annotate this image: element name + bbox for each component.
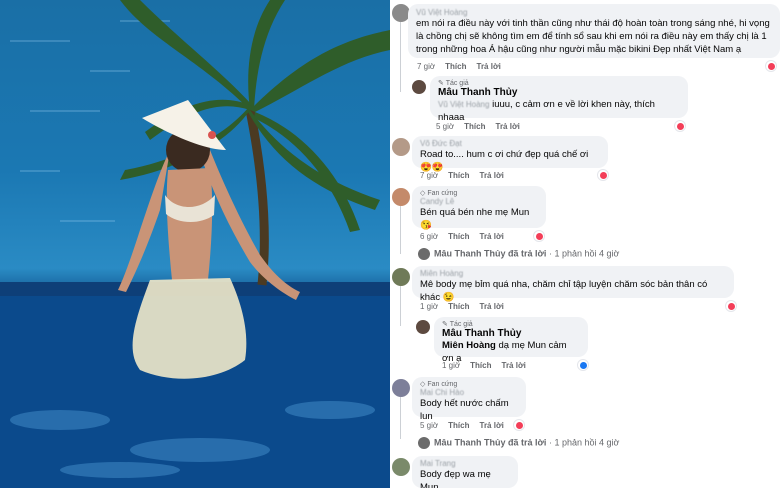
comment-bubble: Vũ Việt Hoàng em nói ra điều này với tin…: [408, 4, 780, 58]
comment-actions: 7 giờ Thích Trả lời: [417, 62, 511, 71]
heart-reaction-icon[interactable]: [675, 121, 685, 131]
reply-button[interactable]: Trả lời: [502, 361, 526, 370]
avatar: [418, 248, 430, 260]
reply-button[interactable]: Trả lời: [480, 171, 504, 180]
avatar[interactable]: [416, 320, 430, 334]
reply-button[interactable]: Trả lời: [480, 232, 504, 241]
comment-bubble: ◇ Fan cứng Candy Lê Bén quá bén nhe mẹ M…: [412, 186, 546, 231]
like-button[interactable]: Thích: [448, 302, 469, 311]
commenter-name[interactable]: Mâu Thanh Thủy: [438, 87, 680, 98]
like-button[interactable]: Thích: [464, 122, 485, 131]
like-button[interactable]: Thích: [445, 62, 466, 71]
reply-button[interactable]: Trả lời: [477, 62, 501, 71]
comment-text: Bén quá bén nhe mẹ Mun 😘: [420, 207, 530, 231]
like-button[interactable]: Thích: [470, 361, 491, 370]
comment-time[interactable]: 1 giờ: [442, 361, 460, 370]
heart-reaction-icon[interactable]: [598, 170, 608, 180]
thread-line: [400, 397, 401, 439]
post-photo[interactable]: [0, 0, 390, 488]
photo-scene: [0, 0, 390, 488]
reply-button[interactable]: Trả lời: [480, 421, 504, 430]
comment-time[interactable]: 7 giờ: [420, 171, 438, 180]
comment-bubble: ✎ Tác giả Mâu Thanh Thủy Miên Hoàng dạ m…: [434, 317, 588, 364]
heart-reaction-icon[interactable]: [534, 231, 544, 241]
like-reaction-icon[interactable]: [578, 360, 588, 370]
comment-actions: 5 giờ Thích Trả lời: [436, 122, 530, 131]
comment-time[interactable]: 5 giờ: [436, 122, 454, 131]
comment-bubble: Võ Đức Đạt Road to.... hum c ơi chứ đẹp …: [412, 136, 608, 173]
like-button[interactable]: Thích: [448, 171, 469, 180]
pen-icon: ✎: [438, 80, 446, 87]
avatar[interactable]: [412, 80, 426, 94]
avatar[interactable]: [392, 268, 410, 286]
heart-reaction-icon[interactable]: [514, 420, 524, 430]
view-replies-link[interactable]: Mâu Thanh Thủy đã trả lời · 1 phản hồi 4…: [418, 437, 619, 449]
comment-actions: 7 giờ Thích Trả lời: [420, 171, 514, 180]
commenter-name[interactable]: Candy Lê: [420, 197, 538, 206]
comment-bubble: Mai Trang Body đẹp wa mẹ Mun: [412, 456, 518, 488]
comment-bubble: ✎ Tác giả Mâu Thanh Thủy Vũ Việt Hoàng i…: [430, 76, 688, 123]
commenter-name[interactable]: Vũ Việt Hoàng: [416, 8, 772, 17]
fan-badge: ◇ Fan cứng: [420, 381, 458, 388]
commenter-name[interactable]: Mai Trang: [420, 459, 510, 468]
pen-icon: ✎: [442, 321, 450, 328]
thread-line: [400, 22, 401, 92]
comment-bubble: Miên Hoàng Mê body mẹ bỉm quá nha, chăm …: [412, 266, 734, 303]
comment-bubble: ◇ Fan cứng Mai Chi Hào Body hết nước chấ…: [412, 377, 526, 422]
comment-time[interactable]: 5 giờ: [420, 421, 438, 430]
comment-actions: 1 giờ Thích Trả lời: [442, 361, 536, 370]
reply-button[interactable]: Trả lời: [496, 122, 520, 131]
thread-line: [400, 206, 401, 254]
like-button[interactable]: Thích: [448, 421, 469, 430]
comment-text: em nói ra điều này với tinh thần cũng nh…: [416, 18, 770, 55]
author-badge: ✎ Tác giả: [438, 80, 469, 87]
mention-name[interactable]: Miên Hoàng: [442, 340, 496, 351]
author-badge: ✎ Tác giả: [442, 321, 473, 328]
thread-line: [400, 286, 401, 326]
comment-text: Body hết nước chấm lun: [420, 398, 509, 422]
mention-name[interactable]: Vũ Việt Hoàng: [438, 100, 489, 109]
avatar[interactable]: [392, 458, 410, 476]
heart-reaction-icon[interactable]: [766, 61, 776, 71]
like-button[interactable]: Thích: [448, 232, 469, 241]
fan-badge: ◇ Fan cứng: [420, 190, 458, 197]
reply-button[interactable]: Trả lời: [480, 302, 504, 311]
commenter-name[interactable]: Mai Chi Hào: [420, 388, 518, 397]
comment-panel: Vũ Việt Hoàng em nói ra điều này với tin…: [390, 0, 780, 488]
avatar[interactable]: [392, 188, 410, 206]
commenter-name[interactable]: Võ Đức Đạt: [420, 139, 600, 148]
commenter-name[interactable]: Mâu Thanh Thủy: [442, 328, 580, 339]
comment-text: Body đẹp wa mẹ Mun: [420, 469, 491, 488]
comment-text: Mê body mẹ bỉm quá nha, chăm chỉ tập luy…: [420, 279, 708, 303]
comment-time[interactable]: 1 giờ: [420, 302, 438, 311]
commenter-name[interactable]: Miên Hoàng: [420, 269, 726, 278]
avatar: [418, 437, 430, 449]
comment-actions: 1 giờ Thích Trả lời: [420, 302, 514, 311]
avatar[interactable]: [392, 379, 410, 397]
view-replies-link[interactable]: Mâu Thanh Thủy đã trả lời · 1 phản hồi 4…: [418, 248, 619, 260]
avatar[interactable]: [392, 138, 410, 156]
heart-reaction-icon[interactable]: [726, 301, 736, 311]
comment-actions: 6 giờ Thích Trả lời: [420, 232, 514, 241]
comment-time[interactable]: 7 giờ: [417, 62, 435, 71]
comment-actions: 5 giờ Thích Trả lời: [420, 421, 514, 430]
comment-time[interactable]: 6 giờ: [420, 232, 438, 241]
